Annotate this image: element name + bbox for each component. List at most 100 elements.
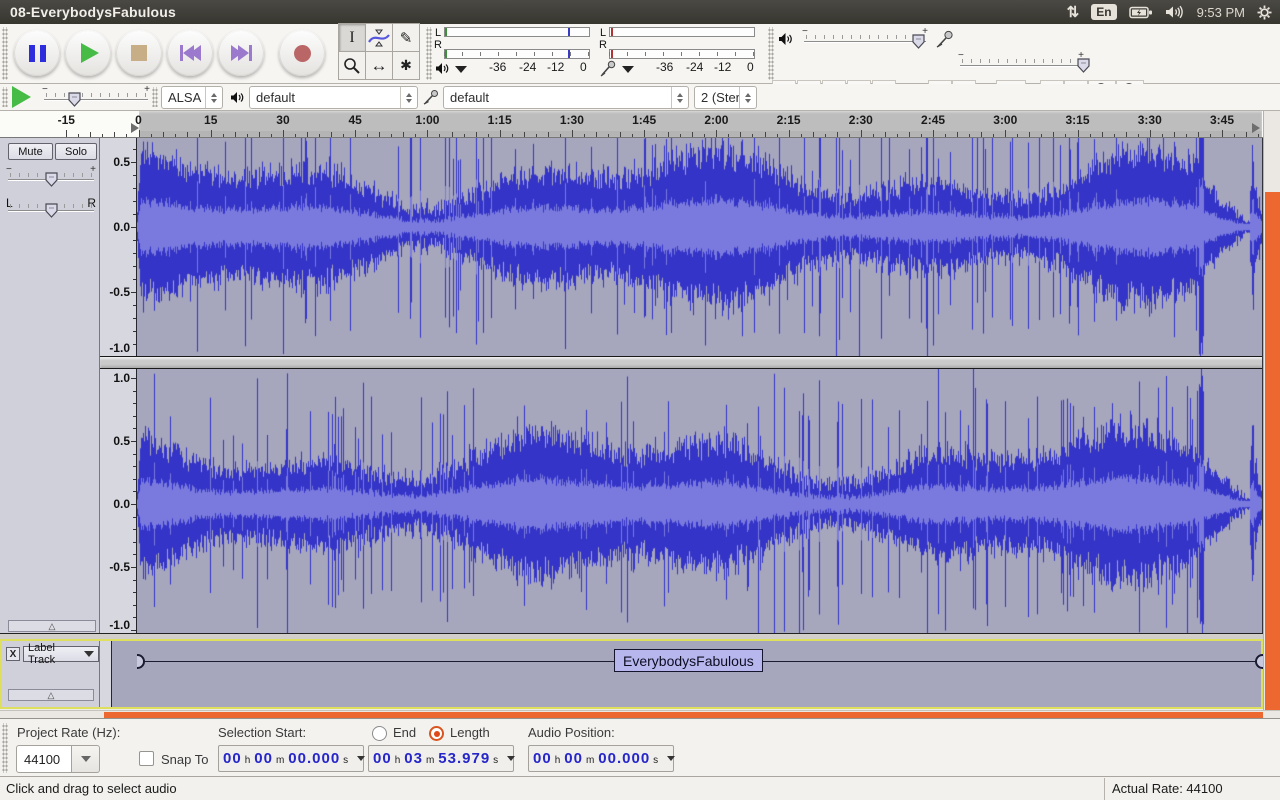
device-toolbar-grip[interactable]	[152, 87, 158, 107]
label-left-anchor[interactable]	[137, 654, 145, 669]
skip-to-start-button[interactable]	[167, 30, 213, 76]
playback-meter-dropdown[interactable]	[455, 66, 467, 73]
timefield-dropdown-icon[interactable]	[357, 756, 365, 761]
vruler-tick	[133, 617, 136, 618]
end-radio[interactable]	[372, 726, 387, 741]
vertical-ruler-channel-1[interactable]: 0.50.0-0.5-1.0	[100, 138, 137, 356]
end-radio-label[interactable]: End	[393, 725, 416, 740]
timeline-ruler[interactable]: -1501530451:001:151:301:452:002:152:302:…	[0, 111, 1280, 138]
selection-length-field[interactable]: 00h 03m 53.979s	[368, 745, 514, 772]
waveform-channel-2[interactable]	[137, 369, 1262, 633]
timefield-dropdown-icon[interactable]	[507, 756, 515, 761]
meter-scale: -36	[489, 60, 506, 74]
input-volume-slider[interactable]: − +	[958, 52, 1084, 76]
label-right-anchor[interactable]	[1255, 654, 1263, 669]
meter-toolbar-grip[interactable]	[426, 27, 432, 80]
timeline-tick	[1162, 134, 1163, 137]
label-track-collapse-button[interactable]: △	[8, 689, 94, 701]
timeline-tick	[271, 134, 272, 137]
selection-start-field[interactable]: 00h 00m 00.000s	[218, 745, 364, 772]
pan-slider[interactable]: L R	[6, 194, 96, 218]
multi-tool-button[interactable]: ✱	[392, 51, 420, 80]
volume-icon[interactable]	[1165, 5, 1185, 19]
label-track-title-menu[interactable]: Label Track	[23, 646, 99, 662]
timeline-tick	[813, 132, 814, 137]
session-gear-icon[interactable]	[1257, 5, 1272, 20]
network-updown-icon[interactable]: ⇅	[1067, 3, 1080, 21]
vertical-ruler-channel-2[interactable]: 1.00.50.0-0.5-1.0	[100, 369, 137, 633]
recording-meter[interactable]: L R -36 -24 -12 0	[598, 26, 758, 82]
skip-to-end-button[interactable]	[218, 30, 264, 76]
vruler-tick	[133, 240, 136, 241]
battery-icon[interactable]	[1129, 6, 1153, 19]
timefield-dropdown-icon[interactable]	[667, 756, 675, 761]
timeline-tick	[223, 134, 224, 137]
timeline-tick	[464, 134, 465, 137]
timeline-tick	[1258, 134, 1259, 137]
label-track[interactable]: X Label Track △ EverybodysFabulous	[0, 639, 1263, 709]
slider-thumb[interactable]	[45, 172, 58, 187]
playback-speed-slider[interactable]: − +	[42, 86, 150, 108]
input-device-select[interactable]: default	[443, 86, 689, 109]
vruler-tick	[131, 162, 136, 163]
project-rate-dropdown-button[interactable]	[72, 745, 100, 773]
timeline-tick	[861, 130, 862, 137]
horizontal-scrollbar[interactable]	[0, 710, 1280, 718]
vertical-scrollbar[interactable]	[1263, 111, 1280, 710]
transcription-toolbar-grip[interactable]	[2, 87, 8, 107]
skip-to-start-icon	[180, 45, 201, 61]
spinner-icon[interactable]	[739, 87, 756, 108]
track-collapse-button[interactable]: △	[8, 620, 96, 632]
label-track-close-button[interactable]: X	[6, 647, 20, 661]
audio-host-select[interactable]: ALSA	[161, 86, 223, 109]
vruler-tick	[133, 466, 136, 467]
slider-thumb[interactable]	[45, 203, 58, 218]
meter-scale: -36	[656, 60, 673, 74]
output-device-select[interactable]: default	[249, 86, 418, 109]
track-control-panel[interactable]: Mute Solo − + L R △	[0, 138, 100, 634]
recording-meter-dropdown[interactable]	[622, 66, 634, 73]
waveform-channel-1[interactable]	[137, 138, 1262, 356]
slider-thumb[interactable]	[68, 92, 81, 107]
pencil-icon: ✎	[400, 29, 413, 47]
slider-thumb[interactable]	[912, 34, 925, 49]
slider-thumb[interactable]	[1077, 58, 1090, 73]
solo-button[interactable]: Solo	[55, 143, 97, 160]
mute-button[interactable]: Mute	[8, 143, 53, 160]
output-volume-slider[interactable]: − +	[802, 28, 928, 52]
gain-slider[interactable]: − +	[6, 166, 96, 190]
transport-toolbar-grip[interactable]	[2, 27, 8, 80]
status-separator	[1104, 778, 1105, 800]
panel-clock[interactable]: 9:53 PM	[1197, 5, 1245, 20]
project-rate-select[interactable]: 44100	[16, 745, 100, 773]
mixer-toolbar-grip[interactable]	[768, 27, 774, 80]
spinner-icon[interactable]	[400, 87, 417, 108]
timeline-tick	[163, 132, 164, 137]
timeshift-tool-button[interactable]: ↔	[365, 51, 393, 80]
length-radio-label[interactable]: Length	[450, 725, 490, 740]
keyboard-layout-indicator[interactable]: En	[1091, 4, 1116, 20]
project-rate-label: Project Rate (Hz):	[17, 725, 120, 740]
spinner-icon[interactable]	[671, 87, 688, 108]
channel-divider[interactable]	[100, 356, 1263, 369]
label-track-panel[interactable]: X Label Track △	[2, 641, 100, 707]
length-radio[interactable]	[429, 726, 444, 741]
stop-button[interactable]	[116, 30, 162, 76]
play-at-speed-button[interactable]	[12, 86, 31, 108]
zoom-tool-button[interactable]	[338, 51, 366, 80]
selection-toolbar-grip[interactable]	[2, 723, 8, 773]
label-text-box[interactable]: EverybodysFabulous	[614, 649, 763, 672]
vruler-tick	[131, 378, 136, 379]
audio-position-field[interactable]: 00h 00m 00.000s	[528, 745, 674, 772]
selection-tool-button[interactable]: I	[338, 23, 366, 52]
pause-button[interactable]	[14, 30, 60, 76]
snap-to-checkbox[interactable]	[139, 751, 154, 766]
spinner-icon[interactable]	[205, 87, 222, 108]
envelope-tool-button[interactable]	[365, 23, 393, 52]
play-button[interactable]	[65, 30, 111, 76]
draw-tool-button[interactable]: ✎	[392, 23, 420, 52]
record-button[interactable]	[279, 30, 325, 76]
vertical-scrollbar-thumb[interactable]	[1265, 192, 1280, 710]
playback-meter[interactable]: L R -36 -24 -12 0	[433, 26, 593, 82]
input-channels-select[interactable]: 2 (Stereo) In	[694, 86, 757, 109]
